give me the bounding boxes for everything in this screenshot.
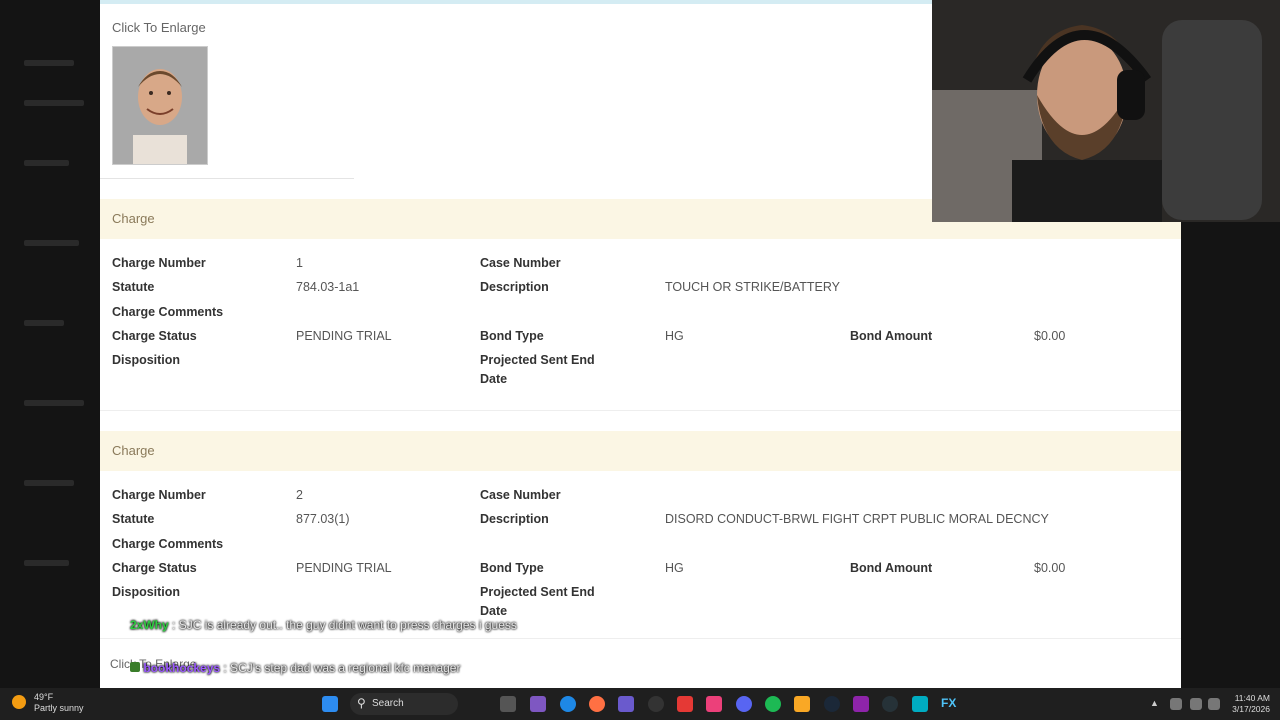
charge-2-statute: 877.03(1) [296, 512, 350, 526]
network-icon[interactable] [1190, 698, 1202, 710]
charge-2-status-label: Charge Status [112, 561, 197, 575]
charge-1-status: PENDING TRIAL [296, 329, 392, 343]
charge-2-header: Charge [100, 431, 1181, 471]
click-to-enlarge-link[interactable]: Click To Enlarge [112, 20, 206, 35]
chat-badge-icon [130, 662, 140, 672]
spotify-icon[interactable] [765, 696, 781, 712]
taskbar: 49°F Partly sunny ⚲ Search FX ▲ 11:40 AM… [0, 688, 1280, 720]
charge-2-bond-amount: $0.00 [1034, 561, 1066, 575]
chat-message-1: 2xWhy : SJC is already out.. the guy did… [130, 616, 530, 634]
charge-1-comments-label: Charge Comments [112, 305, 224, 319]
copilot-icon[interactable] [530, 696, 546, 712]
charge-1-bond-amount: $0.00 [1034, 329, 1066, 343]
clock-time: 11:40 AM [1234, 693, 1270, 703]
tray-chevron-icon[interactable]: ▲ [1150, 698, 1159, 708]
charge-2-number: 2 [296, 488, 303, 502]
weather-temp: 49°F [34, 692, 54, 702]
charge-1-header-label: Charge [112, 211, 155, 226]
charge-2-bond-type-label: Bond Type [480, 561, 544, 575]
charge-1-description-label: Description [480, 280, 549, 294]
charge-2-status: PENDING TRIAL [296, 561, 392, 575]
photo-divider [100, 178, 354, 179]
streamer-camera-icon [932, 0, 1280, 222]
file-explorer-icon[interactable] [794, 696, 810, 712]
edge-icon[interactable] [560, 696, 576, 712]
weather-desc: Partly sunny [34, 703, 84, 713]
charge-2-bond-type: HG [665, 561, 684, 575]
music-icon[interactable] [706, 696, 722, 712]
weather-widget[interactable]: 49°F Partly sunny [8, 692, 84, 714]
charge-2-statute-label: Statute [112, 512, 155, 526]
charge-2-divider [100, 638, 1181, 639]
charge-1-projected-label: Projected Sent End Date [480, 353, 595, 386]
app-icon-5[interactable] [912, 696, 928, 712]
charge-2-description: DISORD CONDUCT-BRWL FIGHT CRPT PUBLIC MO… [665, 512, 1049, 526]
discord-icon[interactable] [736, 696, 752, 712]
app-icon-3[interactable] [853, 696, 869, 712]
charge-2-disposition-label: Disposition [112, 585, 181, 599]
person-photo-icon [113, 47, 207, 164]
background-app-right [1181, 222, 1280, 688]
start-button-icon[interactable] [322, 696, 338, 712]
fx-app-label[interactable]: FX [941, 696, 956, 710]
charge-1-bond-type-label: Bond Type [480, 329, 544, 343]
chat-text-2: : SCJ's step dad was a regional kfc mana… [223, 661, 461, 675]
charge-2-description-label: Description [480, 512, 549, 526]
charge-1-description: TOUCH OR STRIKE/BATTERY [665, 280, 841, 294]
app-icon-4[interactable] [882, 696, 898, 712]
system-clock[interactable]: 11:40 AM 3/17/2026 [1232, 693, 1270, 715]
steam-icon[interactable] [824, 696, 840, 712]
webcam-overlay [932, 0, 1280, 222]
charge-2-header-label: Charge [112, 443, 155, 458]
obs-icon[interactable] [648, 696, 664, 712]
weather-icon [12, 695, 26, 709]
mugshot-photo[interactable] [112, 46, 208, 165]
charge-1-number: 1 [296, 256, 303, 270]
charge-1-number-label: Charge Number [112, 256, 206, 270]
mic-icon[interactable] [1170, 698, 1182, 710]
search-label: Search [372, 698, 404, 709]
chat-text-1: : SJC is already out.. the guy didnt wan… [172, 618, 517, 632]
firefox-icon[interactable] [589, 696, 605, 712]
charge-1-case-number-label: Case Number [480, 256, 561, 270]
chat-username-2: bookhockeys [143, 661, 221, 675]
charge-1-statute: 784.03-1a1 [296, 280, 360, 294]
chat-username-1: 2xWhy [130, 618, 169, 632]
volume-icon[interactable] [1208, 698, 1220, 710]
charge-1-statute-label: Statute [112, 280, 155, 294]
app-icon-2[interactable] [677, 696, 693, 712]
charge-2-comments-label: Charge Comments [112, 537, 224, 551]
app-icon-1[interactable] [618, 696, 634, 712]
charge-1-divider [100, 410, 1181, 411]
charge-2-number-label: Charge Number [112, 488, 206, 502]
charge-1-status-label: Charge Status [112, 329, 197, 343]
charge-1-bond-amount-label: Bond Amount [850, 329, 933, 343]
charge-1-disposition-label: Disposition [112, 353, 181, 367]
background-app-left [0, 0, 100, 688]
chat-message-2: bookhockeys : SCJ's step dad was a regio… [130, 659, 550, 677]
charge-1-bond-type: HG [665, 329, 684, 343]
clock-date: 3/17/2026 [1232, 704, 1270, 714]
charge-2-case-number-label: Case Number [480, 488, 561, 502]
task-view-icon[interactable] [500, 696, 516, 712]
search-icon: ⚲ [357, 696, 366, 710]
charge-2-bond-amount-label: Bond Amount [850, 561, 933, 575]
taskbar-search[interactable]: ⚲ Search [350, 693, 458, 715]
